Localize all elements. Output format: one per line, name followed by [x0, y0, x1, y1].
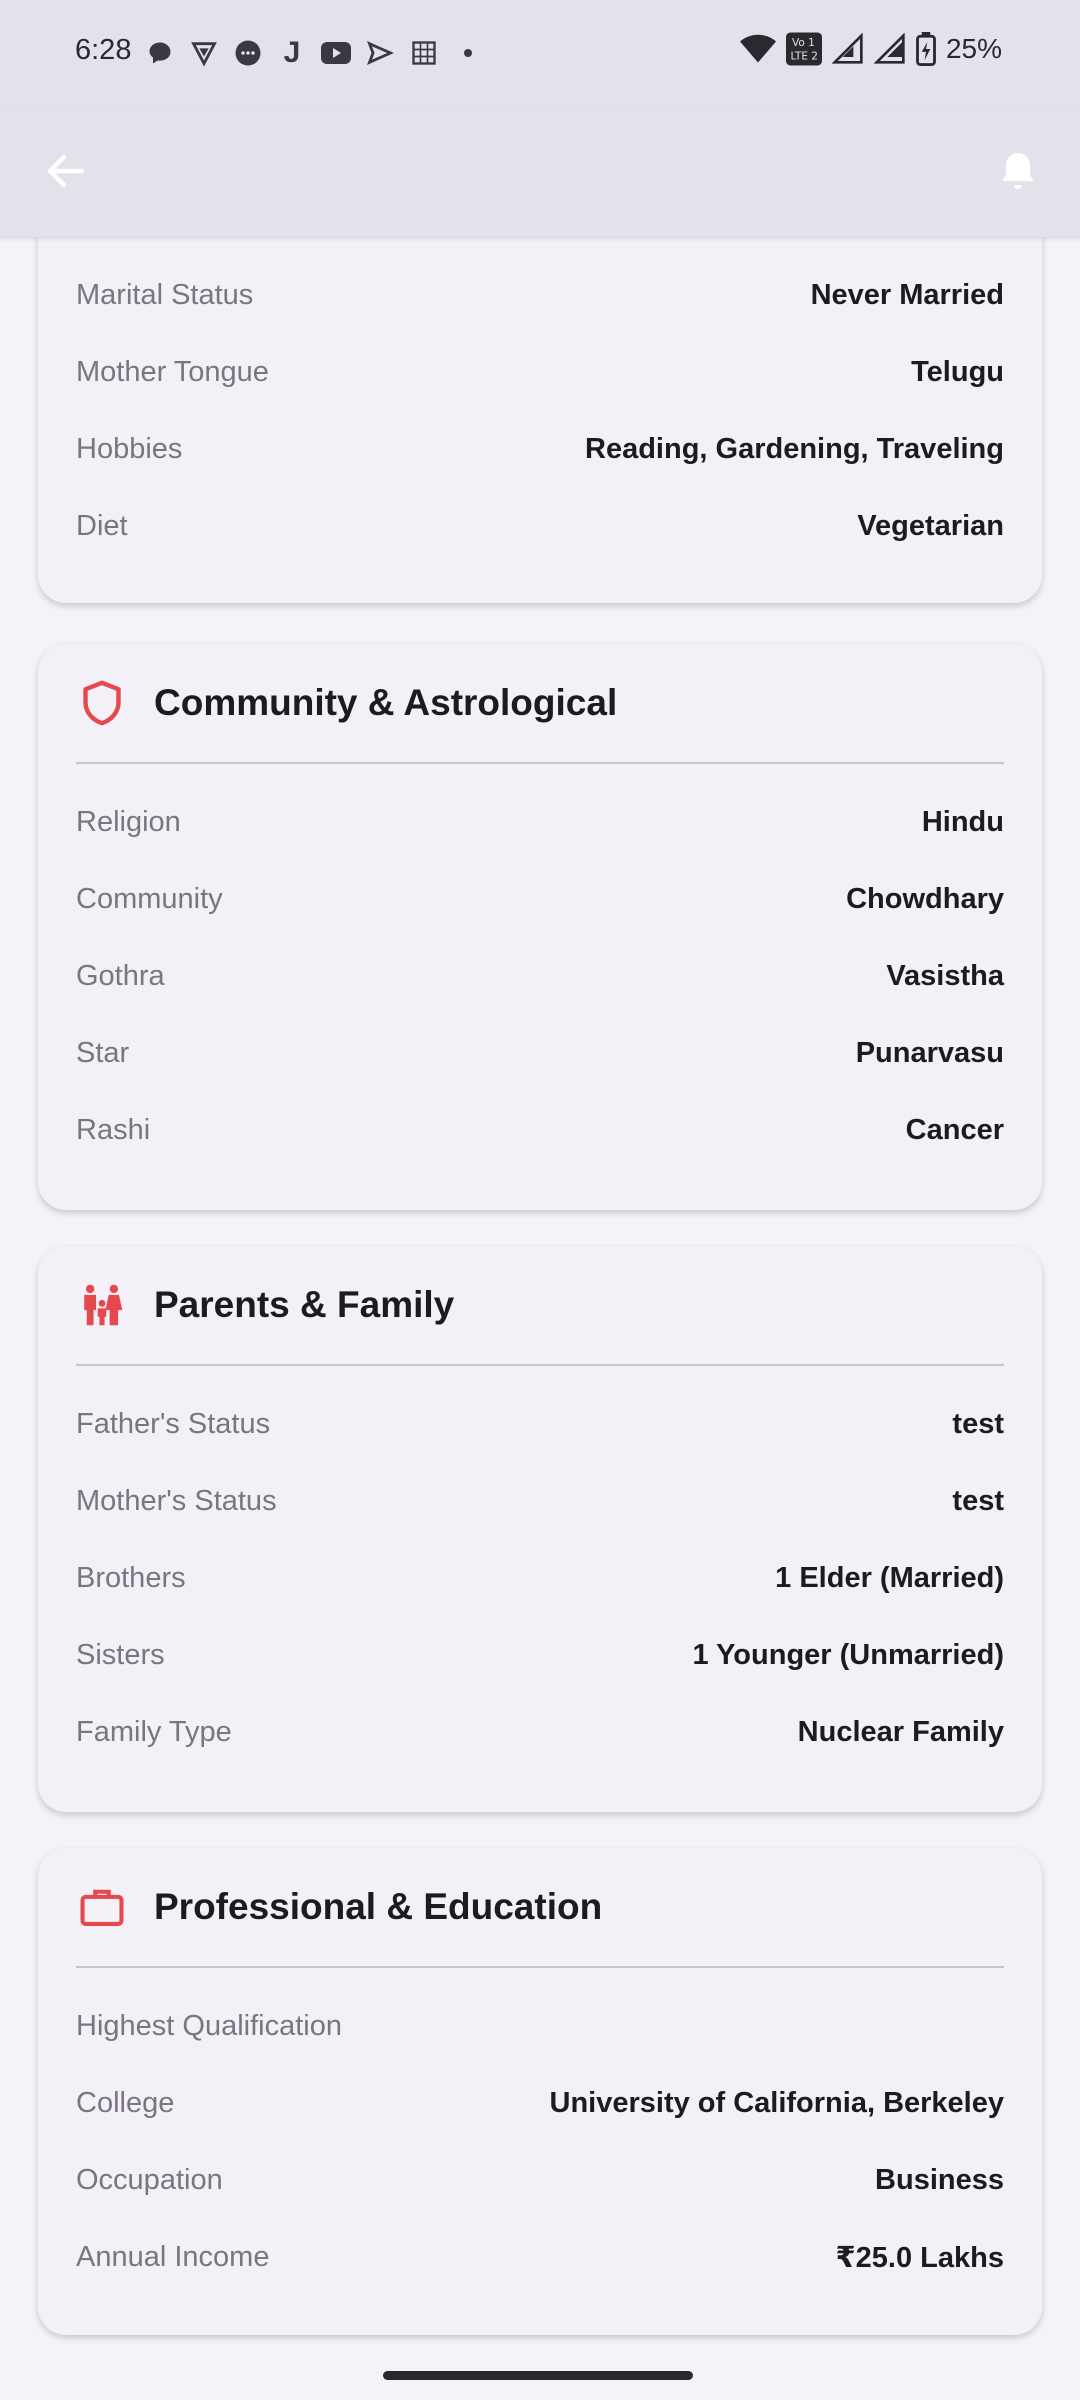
detail-label: Family Type — [76, 1715, 232, 1748]
detail-value: Telugu — [911, 355, 1004, 388]
detail-label: Sisters — [76, 1638, 165, 1671]
family-card: Parents & Family Father's Status test Mo… — [38, 1246, 1042, 1812]
signal-2-icon — [873, 33, 905, 64]
detail-label: Hobbies — [76, 432, 183, 465]
detail-label: Religion — [76, 805, 181, 838]
detail-label: Mother's Status — [76, 1484, 277, 1517]
detail-row: Diet Vegetarian — [76, 504, 1004, 548]
detail-label: Star — [76, 1036, 130, 1069]
detail-value: Never Married — [810, 278, 1004, 311]
chat-icon — [145, 38, 175, 68]
detail-label: Highest Qualification — [76, 2009, 342, 2042]
detail-label: Brothers — [76, 1561, 186, 1594]
dot-icon — [453, 38, 483, 68]
card-title: Community & Astrological — [154, 682, 618, 723]
detail-row: Hobbies Reading, Gardening, Traveling — [76, 427, 1004, 471]
card-title: Parents & Family — [154, 1284, 455, 1325]
detail-value: 1 Younger (Unmarried) — [692, 1638, 1004, 1671]
shield-icon — [80, 680, 124, 726]
detail-label: Community — [76, 882, 223, 915]
detail-value: Reading, Gardening, Traveling — [585, 432, 1004, 465]
youtube-icon — [321, 38, 351, 68]
detail-value: Vegetarian — [857, 509, 1004, 542]
volte-icon: Vo 1 LTE 2 — [785, 32, 822, 66]
detail-label: Gothra — [76, 959, 165, 992]
detail-label: Father's Status — [76, 1407, 271, 1440]
detail-label: College — [76, 2086, 175, 2119]
detail-row: Father's Status test — [76, 1402, 1004, 1446]
calendar-icon — [409, 38, 439, 68]
detail-label: Occupation — [76, 2163, 223, 2196]
detail-value: ₹25.0 Lakhs — [835, 2241, 1005, 2274]
battery-percent: 25% — [945, 33, 1002, 64]
detail-row: College University of California, Berkel… — [76, 2081, 1004, 2125]
detail-value: Cancer — [905, 1113, 1004, 1146]
detail-row: Highest Qualification — [76, 2004, 1004, 2048]
send-icon — [365, 38, 395, 68]
message-icon — [233, 38, 263, 68]
detail-row: Rashi Cancer — [76, 1108, 1004, 1152]
detail-label: Annual Income — [76, 2240, 270, 2273]
detail-label: Rashi — [76, 1113, 151, 1146]
detail-row: Brothers 1 Elder (Married) — [76, 1556, 1004, 1600]
card-header: Parents & Family — [76, 1246, 1004, 1366]
app-bar — [0, 105, 1080, 237]
detail-value: Business — [875, 2163, 1004, 2196]
card-header: Professional & Education — [76, 1848, 1004, 1968]
detail-label: Diet — [76, 509, 128, 542]
wifi-icon — [739, 34, 776, 63]
detail-row: Mother Tongue Telugu — [76, 350, 1004, 394]
svg-text:LTE 2: LTE 2 — [790, 51, 817, 63]
detail-row: Sisters 1 Younger (Unmarried) — [76, 1633, 1004, 1677]
profile-details-list[interactable]: Marital Status Never Married Mother Tong… — [0, 237, 1080, 2400]
personal-details-card: Marital Status Never Married Mother Tong… — [38, 237, 1042, 603]
detail-value: University of California, Berkeley — [549, 2086, 1005, 2119]
detail-value: Vasistha — [886, 959, 1004, 992]
detail-row: Occupation Business — [76, 2158, 1004, 2202]
detail-label: Mother Tongue — [76, 355, 269, 388]
community-card: Community & Astrological Religion Hindu … — [38, 644, 1042, 1210]
status-bar: 6:28 J Vo 1 LTE 2 25% — [0, 0, 1080, 105]
detail-value: Chowdhary — [846, 882, 1004, 915]
detail-row: Annual Income ₹25.0 Lakhs — [76, 2235, 1004, 2279]
notification-icons: J — [145, 34, 483, 72]
j-app-icon: J — [283, 36, 301, 69]
home-indicator[interactable] — [383, 2371, 693, 2380]
briefcase-icon — [80, 1885, 124, 1929]
detail-value: Nuclear Family — [797, 1715, 1004, 1748]
back-arrow-icon[interactable] — [42, 147, 90, 195]
card-title: Professional & Education — [154, 1886, 603, 1927]
system-status: Vo 1 LTE 2 25% — [739, 32, 1002, 66]
detail-row: Marital Status Never Married — [76, 273, 1004, 317]
detail-row: Community Chowdhary — [76, 877, 1004, 921]
professional-card: Professional & Education Highest Qualifi… — [38, 1848, 1042, 2335]
detail-row: Mother's Status test — [76, 1479, 1004, 1523]
signal-icon — [831, 33, 863, 64]
bell-icon[interactable] — [994, 147, 1042, 195]
detail-value: test — [952, 1407, 1004, 1440]
detail-row: Star Punarvasu — [76, 1031, 1004, 1075]
detail-value: 1 Elder (Married) — [775, 1561, 1004, 1594]
vpn-icon — [189, 38, 219, 68]
detail-value: Hindu — [921, 805, 1004, 838]
detail-row: Religion Hindu — [76, 800, 1004, 844]
detail-row: Gothra Vasistha — [76, 954, 1004, 998]
detail-value: Punarvasu — [855, 1036, 1004, 1069]
detail-label: Marital Status — [76, 278, 254, 311]
family-icon — [80, 1283, 124, 1327]
svg-text:Vo 1: Vo 1 — [792, 37, 815, 49]
detail-value: test — [952, 1484, 1004, 1517]
detail-row: Family Type Nuclear Family — [76, 1710, 1004, 1754]
status-time: 6:28 — [75, 34, 132, 66]
card-header: Community & Astrological — [76, 644, 1004, 764]
battery-icon — [916, 32, 936, 66]
